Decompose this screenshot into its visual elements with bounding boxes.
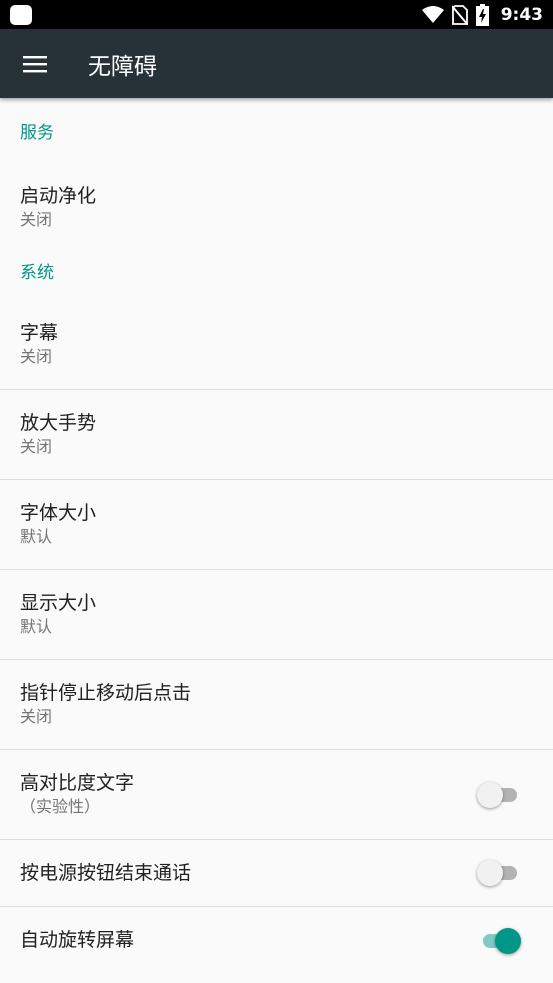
pref-item-high-contrast-text[interactable]: 高对比度文字 （实验性） <box>0 750 553 840</box>
section-header-system: 系统 <box>20 262 54 283</box>
pref-title: 自动旋转屏幕 <box>20 929 135 951</box>
page-title: 无障碍 <box>88 53 157 80</box>
pref-summary: （实验性） <box>20 797 101 816</box>
power-button-ends-call-switch[interactable] <box>477 858 521 888</box>
pref-title: 放大手势 <box>20 412 97 434</box>
switch-thumb <box>495 927 521 954</box>
pref-summary: 关闭 <box>20 347 53 366</box>
hamburger-menu-icon <box>23 55 47 72</box>
pref-item-display-size[interactable]: 显示大小 默认 <box>0 570 553 660</box>
pref-title: 按电源按钮结束通话 <box>20 861 192 884</box>
pref-item-power-button-ends-call[interactable]: 按电源按钮结束通话 <box>0 840 553 907</box>
pref-item-captions[interactable]: 字幕 关闭 <box>0 300 553 390</box>
pref-title: 字幕 <box>20 322 59 344</box>
pref-item-magnification-gestures[interactable]: 放大手势 关闭 <box>0 390 553 480</box>
notification-icon <box>10 4 32 25</box>
pref-summary: 关闭 <box>20 707 53 726</box>
status-time: 9:43 <box>500 4 543 25</box>
menu-button[interactable] <box>0 29 70 98</box>
section-header-services: 服务 <box>20 122 54 143</box>
pref-item-auto-rotate-screen[interactable]: 自动旋转屏幕 <box>0 907 553 974</box>
pref-summary: 关闭 <box>20 437 53 456</box>
battery-charging-icon <box>475 3 489 26</box>
pref-summary: 默认 <box>20 527 53 546</box>
pref-title: 启动净化 <box>20 184 97 207</box>
pref-item-clean-boot[interactable]: 启动净化 关闭 <box>0 162 553 252</box>
pref-summary: 关闭 <box>20 209 53 229</box>
pref-item-font-size[interactable]: 字体大小 默认 <box>0 480 553 570</box>
no-sim-icon <box>451 4 468 25</box>
pref-title: 高对比度文字 <box>20 772 135 794</box>
auto-rotate-screen-switch[interactable] <box>477 926 521 956</box>
status-bar: 9:43 <box>0 0 553 29</box>
pref-title: 字体大小 <box>20 502 97 524</box>
switch-thumb <box>477 860 503 886</box>
wifi-icon <box>421 5 444 23</box>
high-contrast-text-switch[interactable] <box>477 780 521 810</box>
pref-summary: 默认 <box>20 617 53 636</box>
pref-title: 指针停止移动后点击 <box>20 682 192 704</box>
settings-list: 服务 启动净化 关闭 系统 字幕 关闭 放大手势 关闭 字体大小 默认 显示大小… <box>0 98 553 974</box>
pref-item-click-after-pointer-stops[interactable]: 指针停止移动后点击 关闭 <box>0 660 553 750</box>
app-bar: 无障碍 <box>0 29 553 98</box>
pref-title: 显示大小 <box>20 592 97 614</box>
switch-thumb <box>477 781 503 808</box>
